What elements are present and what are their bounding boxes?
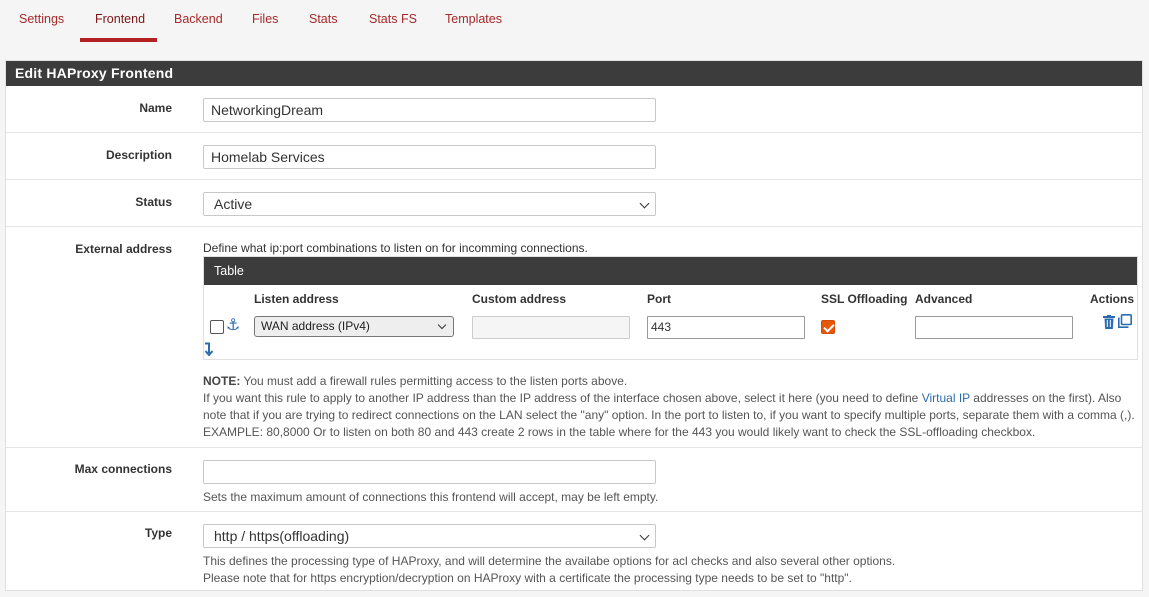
type-help-line-2: Please note that for https encryption/de… <box>203 571 852 585</box>
tab-templates[interactable]: Templates <box>445 12 502 26</box>
max-connections-row: Max connections Sets the maximum amount … <box>6 448 1142 512</box>
tab-stats[interactable]: Stats <box>309 12 338 26</box>
active-tab-indicator <box>80 38 157 42</box>
status-label: Status <box>135 195 172 209</box>
listen-address-value: WAN address (IPv4) <box>261 319 370 333</box>
col-advanced: Advanced <box>915 292 973 306</box>
panel-title: Edit HAProxy Frontend <box>6 61 1142 86</box>
col-ssl-offloading: SSL Offloading <box>821 292 908 306</box>
advanced-input[interactable] <box>915 316 1073 339</box>
type-row: Type http / https(offloading) This defin… <box>6 512 1142 592</box>
note-line-2-b: addresses on the first). Also <box>969 391 1122 405</box>
col-port: Port <box>647 292 671 306</box>
tab-frontend[interactable]: Frontend <box>95 12 145 26</box>
trash-icon[interactable] <box>1103 315 1115 333</box>
note-line-3: note that if you are trying to redirect … <box>203 408 1135 422</box>
status-select-value: Active <box>214 196 253 212</box>
max-connections-label: Max connections <box>74 462 172 476</box>
note-line-4: EXAMPLE: 80,8000 Or to listen on both 80… <box>203 425 1036 439</box>
listen-table: Table Listen address Custom address Port… <box>203 256 1138 360</box>
type-select-value: http / https(offloading) <box>214 528 350 544</box>
listen-table-title: Table <box>204 257 1137 285</box>
name-row: Name NetworkingDream <box>6 86 1142 133</box>
type-select[interactable]: http / https(offloading) <box>203 524 656 548</box>
external-address-label: External address <box>75 242 172 256</box>
max-connections-input[interactable] <box>203 460 656 484</box>
external-address-row: External address Define what ip:port com… <box>6 227 1142 448</box>
description-input[interactable]: Homelab Services <box>203 145 656 169</box>
tab-backend[interactable]: Backend <box>174 12 223 26</box>
external-address-note: NOTE: You must add a firewall rules perm… <box>203 373 1135 441</box>
status-select[interactable]: Active <box>203 192 656 216</box>
chevron-down-icon <box>437 320 447 330</box>
note-line-1: NOTE: You must add a firewall rules perm… <box>203 373 1135 390</box>
name-input[interactable]: NetworkingDream <box>203 98 656 122</box>
col-listen-address: Listen address <box>254 292 339 306</box>
tab-settings[interactable]: Settings <box>19 12 64 26</box>
ssl-offloading-checkbox[interactable] <box>821 320 835 334</box>
col-actions: Actions <box>1090 292 1135 306</box>
virtual-ip-link[interactable]: Virtual IP <box>922 391 970 405</box>
max-connections-help: Sets the maximum amount of connections t… <box>203 490 659 504</box>
description-row: Description Homelab Services <box>6 133 1142 180</box>
tab-files[interactable]: Files <box>252 12 278 26</box>
listen-address-select[interactable]: WAN address (IPv4) <box>254 316 454 337</box>
description-label: Description <box>105 148 172 162</box>
move-down-icon[interactable] <box>204 342 214 360</box>
port-input[interactable]: 443 <box>647 316 805 339</box>
status-row: Status Active <box>6 180 1142 227</box>
custom-address-input[interactable] <box>472 316 630 339</box>
type-label: Type <box>144 526 172 540</box>
external-address-intro: Define what ip:port combinations to list… <box>203 241 588 255</box>
tab-stats-fs[interactable]: Stats FS <box>369 12 417 26</box>
tab-bar: Settings Frontend Backend Files Stats St… <box>0 0 1149 43</box>
note-line-2-a: If you want this rule to apply to anothe… <box>203 391 922 405</box>
type-help-line-1: This defines the processing type of HAPr… <box>203 554 896 568</box>
copy-icon[interactable] <box>1118 314 1132 332</box>
col-custom-address: Custom address <box>472 292 567 306</box>
name-label: Name <box>139 101 172 115</box>
frontend-panel: Edit HAProxy Frontend Name NetworkingDre… <box>5 60 1143 591</box>
note-line-2: If you want this rule to apply to anothe… <box>203 390 1135 407</box>
note-label: NOTE: <box>203 374 241 388</box>
row-select-checkbox[interactable] <box>210 320 224 334</box>
anchor-icon[interactable]: ⚓ <box>226 318 240 334</box>
note-line-1-text: You must add a firewall rules permitting… <box>240 374 628 388</box>
chevron-down-icon <box>639 530 650 541</box>
chevron-down-icon <box>639 198 650 209</box>
type-help: This defines the processing type of HAPr… <box>203 553 895 587</box>
